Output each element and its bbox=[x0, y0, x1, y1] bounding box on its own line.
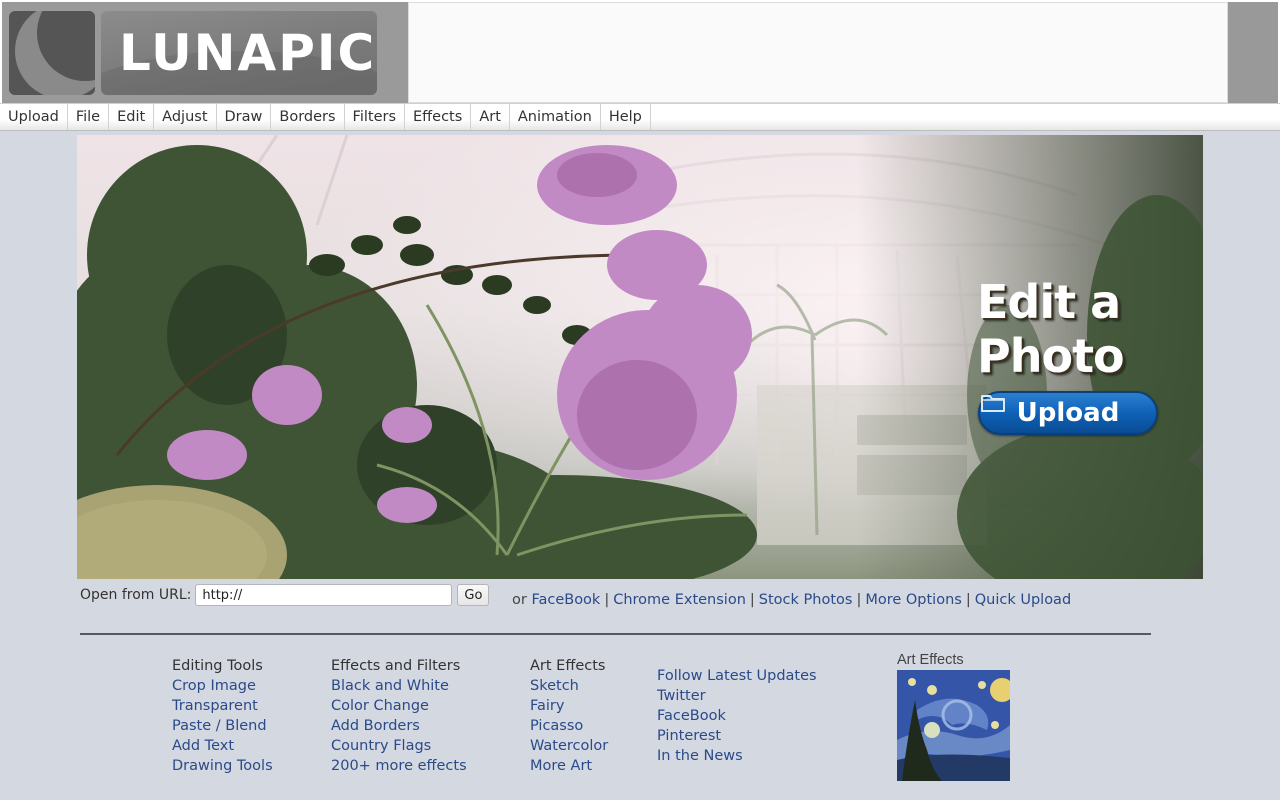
effects-filters-column: Effects and Filters Black and White Colo… bbox=[331, 656, 467, 776]
add-borders-link[interactable]: Add Borders bbox=[331, 716, 467, 736]
separator: | bbox=[856, 592, 862, 608]
go-button[interactable]: Go bbox=[457, 584, 490, 606]
add-text-link[interactable]: Add Text bbox=[172, 736, 273, 756]
url-label: Open from URL: bbox=[80, 587, 192, 603]
editing-tools-column: Editing Tools Crop Image Transparent Pas… bbox=[172, 656, 273, 776]
main-menu-bar: Upload File Edit Adjust Draw Borders Fil… bbox=[0, 103, 1280, 131]
menu-upload[interactable]: Upload bbox=[0, 104, 68, 130]
links-prefix: or bbox=[512, 592, 527, 608]
pinterest-link[interactable]: Pinterest bbox=[657, 726, 817, 746]
hero-title: Edit a Photo bbox=[977, 275, 1197, 383]
separator: | bbox=[749, 592, 755, 608]
hero-upload-button[interactable]: Upload bbox=[978, 391, 1158, 435]
picasso-link[interactable]: Picasso bbox=[530, 716, 608, 736]
color-change-link[interactable]: Color Change bbox=[331, 696, 467, 716]
menu-animation[interactable]: Animation bbox=[510, 104, 601, 130]
crop-image-link[interactable]: Crop Image bbox=[172, 676, 273, 696]
art-effects-box: Art Effects bbox=[897, 651, 1010, 781]
ad-banner-area bbox=[408, 2, 1228, 103]
black-and-white-link[interactable]: Black and White bbox=[331, 676, 467, 696]
quick-upload-link[interactable]: Quick Upload bbox=[975, 592, 1071, 608]
folder-icon bbox=[981, 395, 1005, 412]
follow-updates-link[interactable]: Follow Latest Updates bbox=[657, 666, 817, 686]
starry-night-image bbox=[897, 670, 1010, 781]
hero-upload-label: Upload bbox=[1016, 398, 1120, 428]
fairy-link[interactable]: Fairy bbox=[530, 696, 608, 716]
menu-borders[interactable]: Borders bbox=[271, 104, 345, 130]
hero-title-line1: Edit a bbox=[977, 275, 1121, 329]
open-from-url-form: Open from URL: Go bbox=[80, 582, 490, 608]
more-art-link[interactable]: More Art bbox=[530, 756, 608, 776]
paste-blend-link[interactable]: Paste / Blend bbox=[172, 716, 273, 736]
watercolor-link[interactable]: Watercolor bbox=[530, 736, 608, 756]
drawing-tools-link[interactable]: Drawing Tools bbox=[172, 756, 273, 776]
chrome-extension-link[interactable]: Chrome Extension bbox=[613, 592, 746, 608]
column-heading: Art Effects bbox=[530, 658, 606, 674]
menu-effects[interactable]: Effects bbox=[405, 104, 472, 130]
menu-edit[interactable]: Edit bbox=[109, 104, 155, 130]
stock-photos-link[interactable]: Stock Photos bbox=[759, 592, 853, 608]
site-header: LUNAPIC bbox=[0, 0, 1280, 103]
separator: | bbox=[965, 592, 971, 608]
menu-art[interactable]: Art bbox=[471, 104, 510, 130]
facebook-social-link[interactable]: FaceBook bbox=[657, 706, 817, 726]
moon-logo-icon bbox=[9, 11, 95, 95]
column-heading: Effects and Filters bbox=[331, 658, 461, 674]
transparent-link[interactable]: Transparent bbox=[172, 696, 273, 716]
art-effects-column: Art Effects Sketch Fairy Picasso Waterco… bbox=[530, 656, 608, 776]
lunapic-logo[interactable]: LUNAPIC bbox=[2, 2, 408, 103]
section-divider bbox=[80, 633, 1151, 635]
menu-help[interactable]: Help bbox=[601, 104, 651, 130]
more-options-link[interactable]: More Options bbox=[865, 592, 962, 608]
logo-wordmark: LUNAPIC bbox=[101, 11, 377, 95]
menu-adjust[interactable]: Adjust bbox=[154, 104, 217, 130]
url-input[interactable] bbox=[195, 584, 453, 606]
logo-text: LUNAPIC bbox=[119, 24, 377, 82]
menu-draw[interactable]: Draw bbox=[217, 104, 272, 130]
starry-night-thumbnail[interactable] bbox=[897, 670, 1010, 781]
menu-file[interactable]: File bbox=[68, 104, 110, 130]
facebook-link[interactable]: FaceBook bbox=[531, 592, 600, 608]
hero-banner: Edit a Photo Upload bbox=[77, 135, 1203, 579]
more-effects-link[interactable]: 200+ more effects bbox=[331, 756, 467, 776]
upload-source-links: or FaceBook | Chrome Extension | Stock Photo… bbox=[512, 592, 1071, 612]
sketch-link[interactable]: Sketch bbox=[530, 676, 608, 696]
in-the-news-link[interactable]: In the News bbox=[657, 746, 817, 766]
social-links-column: Follow Latest Updates Twitter FaceBook P… bbox=[657, 666, 817, 766]
hero-title-line2: Photo bbox=[977, 329, 1125, 383]
separator: | bbox=[604, 592, 610, 608]
twitter-link[interactable]: Twitter bbox=[657, 686, 817, 706]
menu-filters[interactable]: Filters bbox=[345, 104, 406, 130]
header-side-panel bbox=[1228, 2, 1278, 103]
art-effects-title: Art Effects bbox=[897, 652, 964, 668]
country-flags-link[interactable]: Country Flags bbox=[331, 736, 467, 756]
column-heading: Editing Tools bbox=[172, 658, 263, 674]
